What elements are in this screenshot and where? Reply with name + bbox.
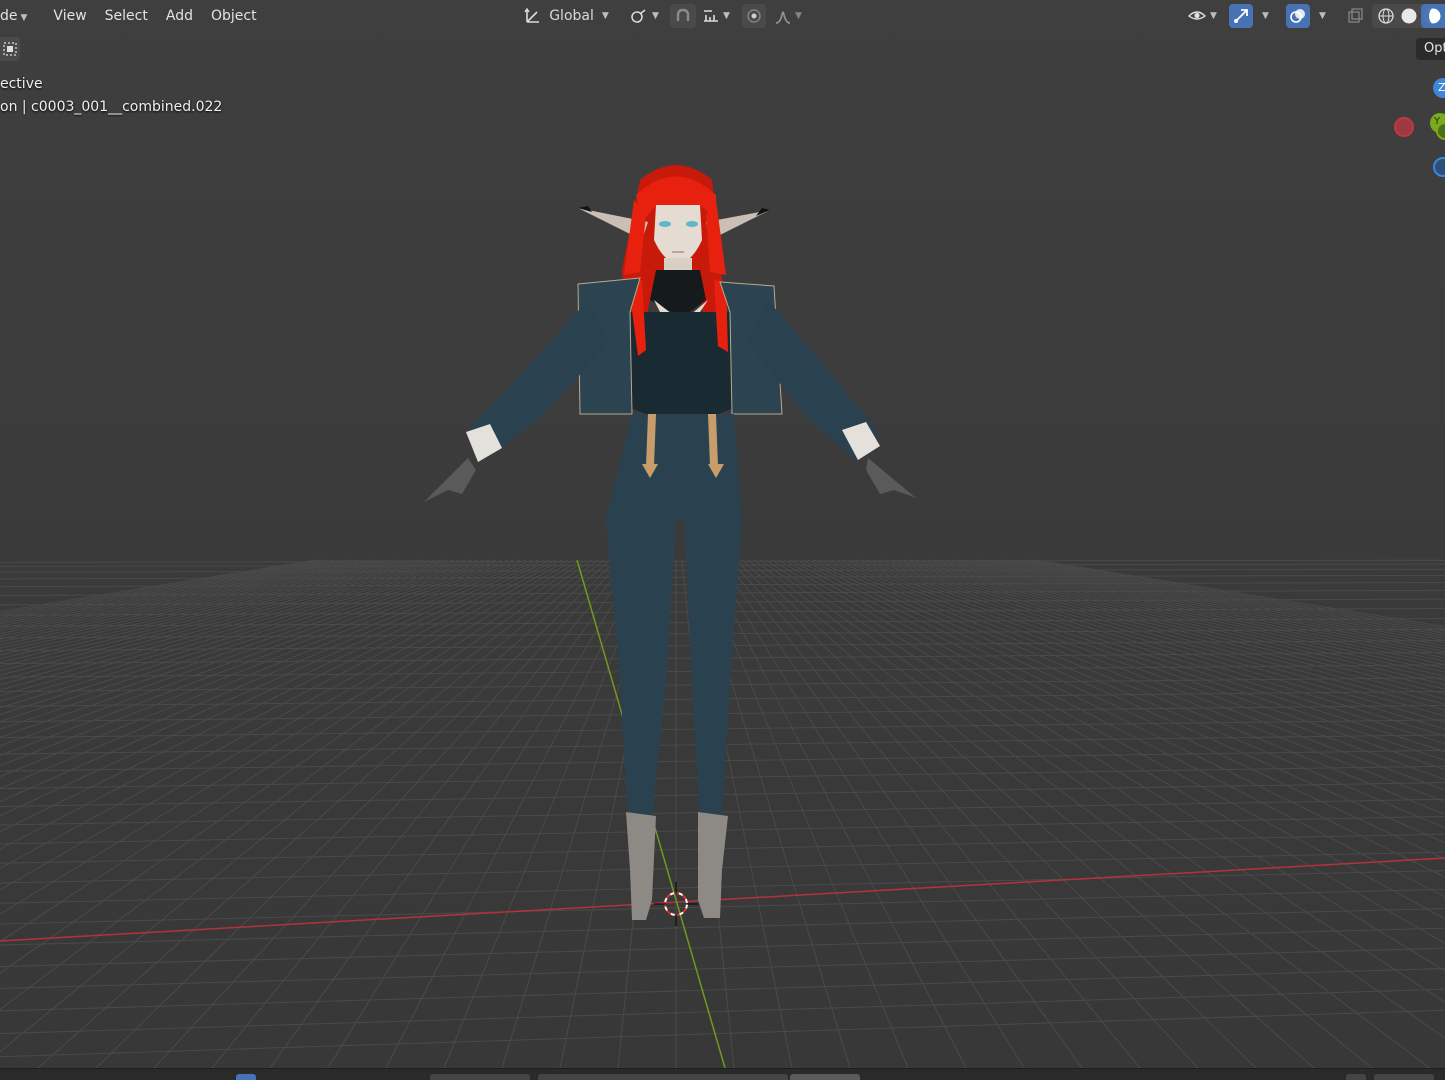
options-button[interactable]: Opt (1416, 38, 1445, 60)
xray-toggle[interactable] (1343, 4, 1367, 28)
3d-viewport[interactable] (0, 0, 1445, 1068)
transform-orientation-icon (524, 7, 540, 23)
visibility-dropdown[interactable]: ▼ (1182, 4, 1222, 28)
select-box-icon (3, 42, 17, 56)
snap-link-icon (631, 9, 646, 23)
x-axis-line (0, 857, 1445, 942)
gizmo-arrow-icon (1234, 9, 1248, 23)
chevron-down-icon: ▼ (1210, 11, 1217, 21)
gizmo-toggle[interactable] (1229, 4, 1253, 28)
menu-view[interactable]: View (45, 4, 94, 28)
menu-add[interactable]: Add (158, 4, 201, 28)
chevron-down-icon: ▼ (723, 11, 730, 21)
material-shading-icon (1425, 8, 1441, 24)
pivot-dropdown[interactable]: ▼ (624, 4, 664, 28)
falloff-curve-icon (775, 11, 791, 24)
view-name-text: ective (0, 76, 43, 92)
solid-shading-button[interactable] (1397, 7, 1421, 25)
gizmo-z-label: Z (1438, 81, 1445, 94)
chevron-down-icon: ▼ (601, 11, 609, 21)
snap-toggle[interactable] (670, 4, 696, 28)
overlay-dropdown[interactable]: ▼ (1310, 4, 1332, 28)
visibility-eye-icon (1187, 11, 1207, 20)
gizmo-dropdown[interactable]: ▼ (1253, 4, 1275, 28)
status-bar-segment (538, 1074, 788, 1080)
floor-grid (0, 165, 1445, 1068)
proportional-edit-toggle[interactable] (742, 4, 766, 28)
chevron-down-icon: ▼ (20, 13, 28, 23)
active-object-info-text: on | c0003_001__combined.022 (0, 99, 223, 115)
status-bar-segment (790, 1074, 860, 1080)
status-bar-segment (236, 1074, 256, 1080)
gizmo-x-neg-ball[interactable] (1394, 117, 1414, 137)
transform-orientation-label: Global (549, 8, 594, 24)
chevron-down-icon: ▼ (795, 11, 802, 21)
solid-shading-icon (1401, 8, 1417, 24)
status-bar-segment (430, 1074, 530, 1080)
wireframe-shading-button[interactable] (1375, 7, 1397, 25)
shading-switcher (1372, 4, 1445, 28)
wireframe-shading-icon (1378, 8, 1394, 24)
blender-3d-viewport-app: de▼ View Select Add Object Global ▼ ▼ ▼ (0, 0, 1445, 1080)
select-box-tool-button[interactable] (0, 37, 20, 61)
xray-icon (1348, 8, 1363, 23)
character-model[interactable] (424, 165, 916, 920)
proportional-edit-icon (747, 9, 761, 23)
status-bar-segment (1346, 1074, 1366, 1080)
mode-label: de (0, 8, 18, 24)
snap-increment-icon (704, 10, 719, 22)
chevron-down-icon: ▼ (1262, 11, 1269, 21)
mode-dropdown[interactable]: de ▼ (0, 4, 35, 28)
material-shading-button[interactable] (1421, 4, 1445, 28)
chevron-down-icon: ▼ (652, 11, 659, 21)
menu-object[interactable]: Object (203, 4, 265, 28)
status-bar-segment (1374, 1074, 1434, 1080)
chevron-down-icon: ▼ (1319, 11, 1326, 21)
transform-orientation-dropdown[interactable]: Global ▼ (516, 4, 616, 28)
falloff-dropdown[interactable]: ▼ (768, 4, 808, 28)
overlay-circles-icon (1290, 9, 1305, 23)
status-bar (0, 1068, 1445, 1080)
overlay-toggle[interactable] (1286, 4, 1310, 28)
menu-select[interactable]: Select (97, 4, 156, 28)
snap-element-dropdown[interactable]: ▼ (696, 4, 736, 28)
snap-magnet-icon (676, 8, 690, 21)
